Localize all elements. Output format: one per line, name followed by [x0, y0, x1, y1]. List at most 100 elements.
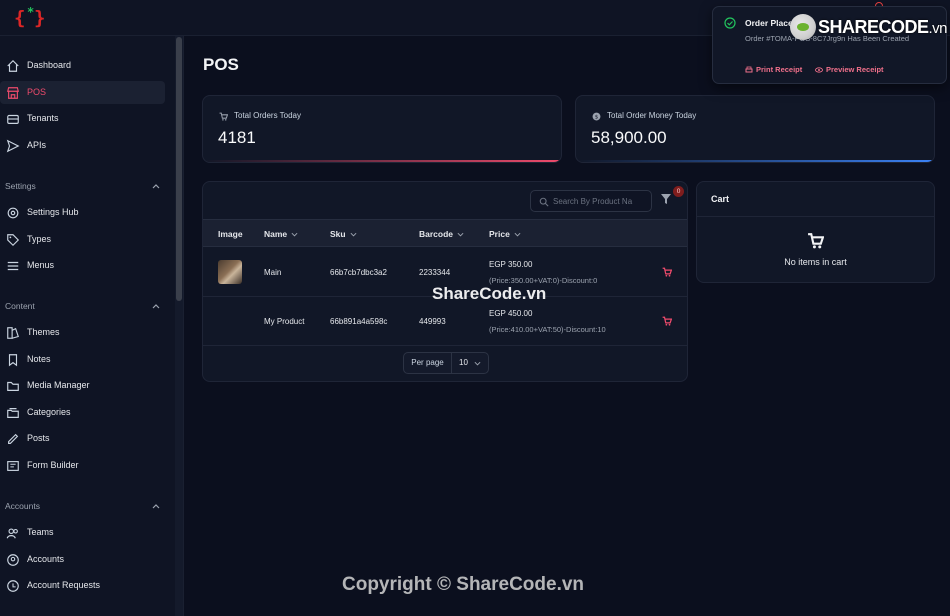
- categories-icon: [7, 408, 19, 418]
- sidebar: Dashboard POS Tenants APIs Settings Sett…: [0, 36, 184, 616]
- filter-count-badge: 0: [673, 186, 684, 197]
- table-header: Image Name Sku Barcode Price: [203, 219, 687, 248]
- chevron-down-icon: [291, 233, 298, 237]
- sidebar-item-label: Menus: [27, 260, 55, 270]
- chevron-up-icon: [152, 304, 160, 309]
- page-title: POS: [203, 55, 239, 74]
- cart-icon: [219, 112, 228, 121]
- watermark-globe-icon: [790, 14, 816, 40]
- product-barcode: 449993: [419, 317, 446, 326]
- column-header-price[interactable]: Price: [489, 220, 521, 248]
- product-barcode: 2233344: [419, 268, 451, 277]
- check-circle-icon: [724, 17, 736, 29]
- product-price: EGP 450.00: [489, 309, 533, 318]
- sidebar-item-types[interactable]: Types: [0, 228, 165, 251]
- column-header-name[interactable]: Name: [264, 220, 298, 248]
- column-header-sku[interactable]: Sku: [330, 220, 357, 248]
- sidebar-item-dashboard[interactable]: Dashboard: [0, 54, 165, 77]
- sidebar-item-posts[interactable]: Posts: [0, 427, 165, 450]
- sidebar-item-menus[interactable]: Menus: [0, 254, 165, 277]
- sidebar-item-label: Posts: [27, 433, 50, 443]
- sidebar-item-label: Tenants: [27, 113, 59, 123]
- app-logo[interactable]: {*}: [14, 5, 48, 31]
- empty-cart-icon: [808, 233, 824, 249]
- chevron-down-icon: [457, 233, 464, 237]
- sidebar-item-accounts[interactable]: Accounts: [0, 548, 165, 571]
- printer-icon: [745, 66, 753, 72]
- sidebar-item-label: Notes: [27, 354, 51, 364]
- home-icon: [7, 59, 19, 72]
- per-page-select[interactable]: Per page 10: [403, 352, 489, 374]
- sidebar-item-label: Themes: [27, 327, 60, 337]
- chevron-down-icon: [474, 361, 481, 366]
- stat-card-total-money: $ Total Order Money Today 58,900.00: [575, 95, 935, 163]
- product-name: Main: [264, 268, 282, 277]
- sidebar-item-media-manager[interactable]: Media Manager: [0, 374, 165, 397]
- sidebar-item-settings-hub[interactable]: Settings Hub: [0, 201, 165, 224]
- account-request-icon: [7, 580, 19, 592]
- add-to-cart-icon[interactable]: [662, 316, 672, 326]
- tenants-icon: [7, 114, 19, 124]
- add-to-cart-icon[interactable]: [662, 267, 672, 277]
- bookmark-icon: [8, 354, 18, 367]
- divider: [697, 216, 934, 217]
- search-icon: [539, 197, 549, 207]
- sidebar-item-categories[interactable]: Categories: [0, 401, 165, 424]
- per-page-value: 10: [459, 358, 468, 367]
- product-sku: 66b7cb7dbc3a2: [330, 268, 387, 277]
- chevron-up-icon: [152, 504, 160, 509]
- send-icon: [6, 139, 20, 153]
- per-page-label: Per page: [404, 353, 452, 373]
- cart-title: Cart: [711, 194, 730, 204]
- watermark-logo: SHARECODE.vn: [790, 12, 948, 42]
- cart-panel: Cart No items in cart: [696, 181, 935, 283]
- print-receipt-button[interactable]: Print Receipt: [745, 65, 802, 74]
- sidebar-item-label: Categories: [27, 407, 71, 417]
- sidebar-item-label: Media Manager: [27, 380, 90, 390]
- sidebar-item-apis[interactable]: APIs: [0, 134, 165, 157]
- section-header-settings[interactable]: Settings: [5, 179, 160, 193]
- folder-icon: [7, 381, 19, 391]
- chevron-up-icon: [152, 184, 160, 189]
- chevron-down-icon: [350, 233, 357, 237]
- sidebar-item-pos[interactable]: POS: [0, 81, 165, 104]
- pen-icon: [8, 433, 19, 444]
- money-icon: $: [592, 112, 601, 120]
- table-row: My Product 66b891a4a598c 449993 EGP 450.…: [203, 297, 687, 346]
- stat-accent-bar: [203, 160, 561, 162]
- sidebar-item-label: Teams: [27, 527, 54, 537]
- stat-value: 4181: [218, 128, 256, 147]
- sidebar-item-tenants[interactable]: Tenants: [0, 107, 165, 130]
- section-header-accounts[interactable]: Accounts: [5, 499, 160, 513]
- sidebar-item-label: Dashboard: [27, 60, 72, 70]
- sidebar-item-teams[interactable]: Teams: [0, 521, 165, 544]
- svg-text:$: $: [595, 114, 599, 120]
- section-header-content[interactable]: Content: [5, 299, 160, 313]
- stat-card-total-orders: Total Orders Today 4181: [202, 95, 562, 163]
- product-name: My Product: [264, 317, 305, 326]
- sidebar-scroll-thumb[interactable]: [176, 37, 182, 301]
- sidebar-item-label: Types: [27, 234, 52, 244]
- cart-empty-message: No items in cart: [784, 257, 847, 267]
- sidebar-item-label: APIs: [27, 140, 47, 150]
- sidebar-item-themes[interactable]: Themes: [0, 321, 165, 344]
- main-content: POS Total Orders Today 4181 $ Total Orde…: [184, 36, 950, 616]
- sidebar-item-account-requests[interactable]: Account Requests: [0, 574, 165, 597]
- preview-receipt-button[interactable]: Preview Receipt: [815, 65, 884, 74]
- watermark-text: ShareCode.vn: [432, 284, 547, 303]
- user-circle-icon: [7, 554, 19, 566]
- stat-label: Total Order Money Today: [607, 111, 697, 120]
- search-input[interactable]: [553, 194, 649, 209]
- eye-icon: [815, 66, 823, 73]
- column-header-image: Image: [218, 229, 243, 239]
- sidebar-item-notes[interactable]: Notes: [0, 348, 165, 371]
- sidebar-item-form-builder[interactable]: Form Builder: [0, 454, 165, 477]
- teams-icon: [6, 528, 18, 539]
- sidebar-item-label: Accounts: [27, 554, 65, 564]
- column-header-barcode[interactable]: Barcode: [419, 220, 464, 248]
- filter-icon[interactable]: [660, 193, 672, 205]
- chevron-down-icon: [514, 233, 521, 237]
- gear-icon: [7, 207, 19, 219]
- stat-label: Total Orders Today: [234, 111, 301, 120]
- tag-icon: [7, 234, 20, 247]
